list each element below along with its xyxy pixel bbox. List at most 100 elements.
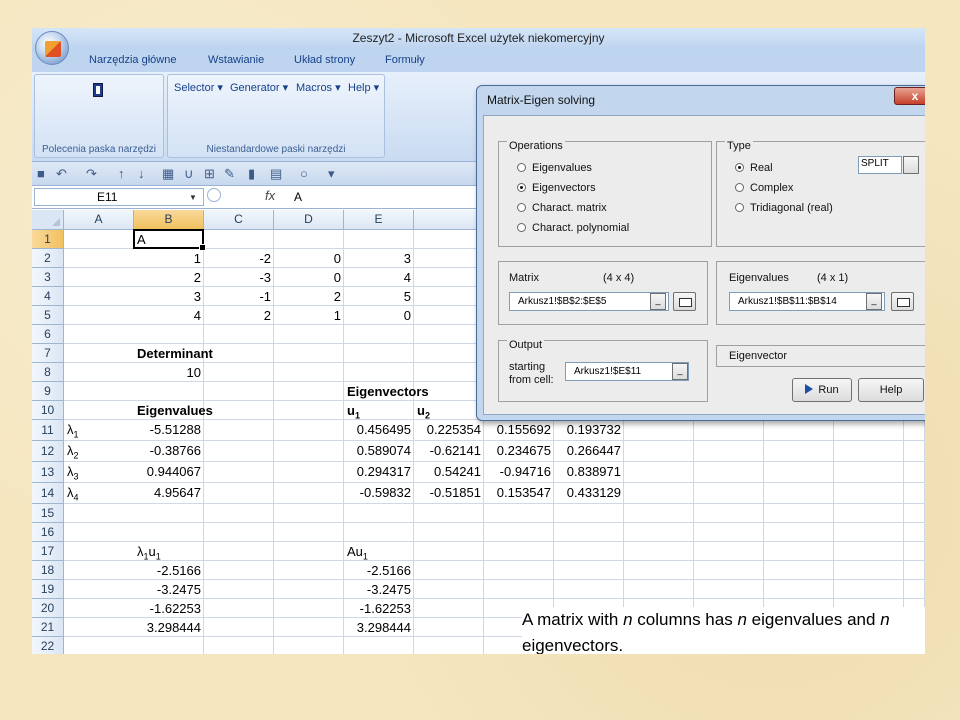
row-header[interactable]: 22 bbox=[32, 637, 64, 654]
row-header[interactable]: 12 bbox=[32, 441, 64, 462]
row-header[interactable]: 10 bbox=[32, 401, 64, 420]
cell-matrix-value[interactable]: -2 bbox=[207, 251, 271, 267]
macros-menu[interactable]: Macros ▾ bbox=[296, 81, 341, 94]
row-header[interactable]: 16 bbox=[32, 523, 64, 542]
row-header[interactable]: 7 bbox=[32, 344, 64, 363]
cell-eigenvector-value[interactable]: -0.94716 bbox=[487, 464, 551, 480]
cell-eigenvector-value[interactable]: 0.234675 bbox=[487, 443, 551, 459]
cell-determinant-label[interactable]: Determinant bbox=[137, 346, 213, 362]
row-header[interactable]: 3 bbox=[32, 268, 64, 287]
customize-toolbar-icon[interactable]: ▾ bbox=[328, 166, 335, 182]
calculator-icon[interactable]: ▦ bbox=[162, 166, 174, 182]
matrix-range-dropdown[interactable]: _ bbox=[650, 293, 666, 310]
cell-eigenvectors-label[interactable]: Eigenvectors bbox=[347, 384, 429, 400]
cell-matrix-value[interactable]: 5 bbox=[347, 289, 411, 305]
matrix-collapse-button[interactable] bbox=[673, 292, 696, 311]
cell-eigenvector-value[interactable]: 0.456495 bbox=[347, 422, 411, 438]
tab-insert[interactable]: Wstawianie bbox=[208, 54, 264, 66]
cell-eigenvalues-label[interactable]: Eigenvalues bbox=[137, 403, 213, 419]
cell-eigenvector-header[interactable]: u2 bbox=[417, 403, 481, 424]
cell-eigenvector-value[interactable]: 0.225354 bbox=[417, 422, 481, 438]
redo-icon[interactable]: ↷ bbox=[86, 166, 97, 182]
run-button[interactable]: Run bbox=[792, 378, 852, 402]
radio-tridiagonal[interactable]: Tridiagonal (real) bbox=[735, 202, 833, 214]
formula-content[interactable]: A bbox=[294, 190, 302, 204]
column-header[interactable]: E bbox=[344, 210, 414, 230]
paint-icon[interactable]: ✎ bbox=[224, 166, 235, 182]
help-menu[interactable]: Help ▾ bbox=[348, 81, 379, 94]
row-header[interactable]: 8 bbox=[32, 363, 64, 382]
row-header[interactable]: 4 bbox=[32, 287, 64, 306]
split-field[interactable]: SPLIT bbox=[858, 156, 902, 174]
cell-eigenvector-value[interactable]: 0.266447 bbox=[557, 443, 621, 459]
close-icon[interactable]: x bbox=[894, 87, 925, 105]
eigenvalues-collapse-button[interactable] bbox=[891, 292, 914, 311]
sort-descending-icon[interactable]: ↓ bbox=[138, 166, 145, 182]
cell-eigenvector-value[interactable]: -0.59832 bbox=[347, 485, 411, 501]
cell-eigenvector-header[interactable]: u1 bbox=[347, 403, 411, 424]
row-header[interactable]: 18 bbox=[32, 561, 64, 580]
cell-matrix-value[interactable]: 0 bbox=[277, 251, 341, 267]
cell-lambda-u-value[interactable]: 3.298444 bbox=[137, 620, 201, 636]
cell-matrix-value[interactable]: 2 bbox=[277, 289, 341, 305]
radio-complex[interactable]: Complex bbox=[735, 182, 793, 194]
row-header[interactable]: 19 bbox=[32, 580, 64, 599]
chart-icon[interactable]: ▮ bbox=[248, 166, 255, 182]
cell-eigenvector-value[interactable]: -0.51851 bbox=[417, 485, 481, 501]
cell-eigenvector-value[interactable]: 0.155692 bbox=[487, 422, 551, 438]
column-header[interactable]: A bbox=[64, 210, 134, 230]
tab-formulas[interactable]: Formuły bbox=[385, 54, 425, 66]
save-icon[interactable]: ■ bbox=[37, 166, 45, 182]
radio-charact-matrix[interactable]: Charact. matrix bbox=[517, 202, 607, 214]
cell-Au-value[interactable]: 3.298444 bbox=[347, 620, 411, 636]
cell-eigenvector-value[interactable]: 0.433129 bbox=[557, 485, 621, 501]
column-header[interactable]: B bbox=[134, 210, 204, 230]
cell-eigenvalue[interactable]: 4.95647 bbox=[137, 485, 201, 501]
selector-menu[interactable]: Selector ▾ bbox=[174, 81, 223, 94]
cell-matrix-value[interactable]: 4 bbox=[137, 308, 201, 324]
help-button[interactable]: Help bbox=[858, 378, 924, 402]
cell-matrix-value[interactable]: 2 bbox=[137, 270, 201, 286]
cell-lambda-u-value[interactable]: -3.2475 bbox=[137, 582, 201, 598]
matrix-range-input[interactable]: Arkusz1!$B$2:$E$5 bbox=[509, 292, 669, 311]
undo-icon[interactable]: ↶ bbox=[56, 166, 67, 182]
eigenvalues-range-input[interactable]: Arkusz1!$B$11:$B$14 bbox=[729, 292, 885, 311]
row-header[interactable]: 14 bbox=[32, 483, 64, 504]
cell-matrix-value[interactable]: 3 bbox=[137, 289, 201, 305]
output-cell-dropdown[interactable]: _ bbox=[672, 363, 688, 380]
cell-eigenvector-value[interactable]: 0.589074 bbox=[347, 443, 411, 459]
cell-matrix-value[interactable]: 3 bbox=[347, 251, 411, 267]
cell-matrix-value[interactable]: 0 bbox=[277, 270, 341, 286]
row-header[interactable]: 9 bbox=[32, 382, 64, 401]
cell-eigenvector-value[interactable]: -0.62141 bbox=[417, 443, 481, 459]
eigenvalues-range-dropdown[interactable]: _ bbox=[866, 293, 882, 310]
cell-matrix-value[interactable]: 0 bbox=[347, 308, 411, 324]
cell-Au-value[interactable]: -1.62253 bbox=[347, 601, 411, 617]
cell-lambda-u-label[interactable]: λ1u1 bbox=[137, 544, 201, 565]
column-header[interactable]: C bbox=[204, 210, 274, 230]
row-header[interactable]: 6 bbox=[32, 325, 64, 344]
cell-matrix-value[interactable]: 1 bbox=[137, 251, 201, 267]
cell-lambda-label[interactable]: λ4 bbox=[67, 485, 131, 506]
row-header[interactable]: 21 bbox=[32, 618, 64, 637]
row-header[interactable]: 17 bbox=[32, 542, 64, 561]
cell-matrix-value[interactable]: 1 bbox=[277, 308, 341, 324]
cell-lambda-label[interactable]: λ1 bbox=[67, 422, 131, 443]
cell-matrix-value[interactable]: 4 bbox=[347, 270, 411, 286]
office-button[interactable] bbox=[35, 31, 69, 65]
cell-lambda-u-value[interactable]: -2.5166 bbox=[137, 563, 201, 579]
cell-eigenvector-value[interactable]: 0.193732 bbox=[557, 422, 621, 438]
row-header[interactable]: 20 bbox=[32, 599, 64, 618]
tab-page-layout[interactable]: Układ strony bbox=[294, 54, 355, 66]
split-button[interactable] bbox=[903, 156, 919, 174]
row-header[interactable]: 15 bbox=[32, 504, 64, 523]
sort-ascending-icon[interactable]: ↑ bbox=[118, 166, 125, 182]
name-box[interactable]: E11 bbox=[34, 188, 204, 206]
book-icon[interactable] bbox=[93, 83, 103, 97]
cell-lambda-label[interactable]: λ3 bbox=[67, 464, 131, 485]
radio-eigenvectors[interactable]: Eigenvectors bbox=[517, 182, 596, 194]
cell-lambda-u-value[interactable]: -1.62253 bbox=[137, 601, 201, 617]
cell-Au-value[interactable]: -2.5166 bbox=[347, 563, 411, 579]
paste-icon[interactable]: ▤ bbox=[270, 166, 282, 182]
cell-matrix-value[interactable]: 2 bbox=[207, 308, 271, 324]
